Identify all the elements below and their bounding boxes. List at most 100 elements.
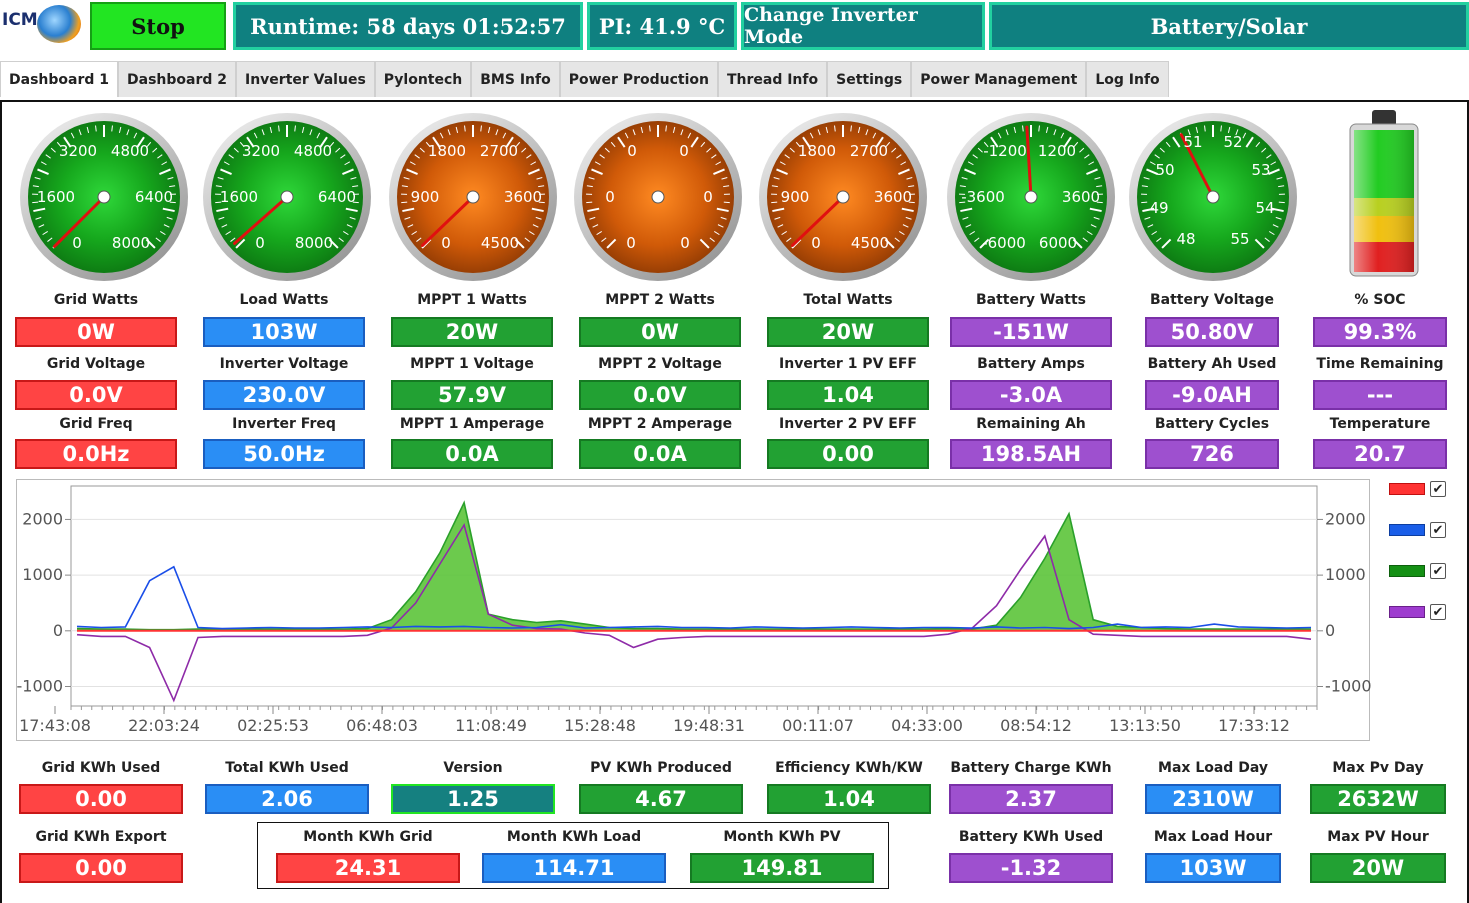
tab-settings[interactable]: Settings xyxy=(827,61,912,97)
gauge-tick xyxy=(301,126,305,133)
gauge-label: 50 xyxy=(1155,161,1175,179)
gauge-tick xyxy=(716,207,729,213)
gauge-tick xyxy=(817,129,821,136)
tab-bms-info[interactable]: BMS Info xyxy=(471,61,560,97)
gauge-label: 0 xyxy=(441,234,451,252)
metric-value: -9.0AH xyxy=(1145,380,1279,410)
gauge-tick xyxy=(784,154,790,159)
stop-button[interactable]: Stop xyxy=(90,2,226,50)
legend-checkbox-3[interactable]: ✔ xyxy=(1430,604,1446,620)
total-watts-gauge: 1800 2700 900 3600 0 4500 xyxy=(759,113,927,281)
tab-inverter-values[interactable]: Inverter Values xyxy=(236,61,375,97)
gauge-tick xyxy=(624,132,629,139)
chart-x-tick-label: 11:08:49 xyxy=(455,716,527,735)
gauge-tick xyxy=(1275,216,1282,220)
gauge-tick xyxy=(502,132,507,139)
gauge-tick xyxy=(969,231,975,236)
metric-value: 103W xyxy=(203,317,365,347)
gauge-tick xyxy=(78,129,82,136)
gauge-tick xyxy=(723,185,730,188)
gauge-label: 8000 xyxy=(294,234,334,252)
gauge-tick xyxy=(894,237,900,242)
metric-label: Grid Watts xyxy=(53,292,139,308)
gauge-tick xyxy=(220,168,232,175)
gauge-tick xyxy=(40,161,47,166)
gauge-tick xyxy=(32,185,39,188)
gauge-tick xyxy=(529,231,535,236)
summary-value: 20W xyxy=(1310,853,1446,883)
gauge-tick xyxy=(1220,125,1222,132)
summary-value: 1.25 xyxy=(391,784,555,814)
legend-checkbox-0[interactable]: ✔ xyxy=(1430,481,1446,497)
gauge-tick xyxy=(223,161,230,166)
gauge-tick xyxy=(1242,132,1247,139)
tab-power-management[interactable]: Power Management xyxy=(911,61,1087,97)
logo-text: ICM xyxy=(2,10,38,30)
chart-y-tick-label-right: 1000 xyxy=(1325,565,1366,584)
month-kwh-box xyxy=(257,822,889,889)
gauge-label: 4500 xyxy=(480,234,520,252)
gauge-tick xyxy=(404,216,411,220)
metric-label: Inverter Voltage xyxy=(219,356,349,372)
gauge-tick xyxy=(1264,237,1270,242)
summary-label: PV KWh Produced xyxy=(590,760,732,776)
metric-value: 0.00 xyxy=(767,439,929,469)
metric-label: % SOC xyxy=(1354,292,1406,308)
gauge-tick xyxy=(959,185,966,188)
gauge-tick xyxy=(335,147,341,153)
gauge-label: 0 xyxy=(255,234,265,252)
metric-label: Grid Freq xyxy=(59,416,133,432)
gauge-tick xyxy=(809,132,814,139)
gauge-hub xyxy=(97,190,111,204)
tab-power-production[interactable]: Power Production xyxy=(559,61,718,97)
gauge-tick xyxy=(779,161,786,166)
grid-export-label: Grid KWh Export xyxy=(35,829,167,845)
metric-value: 0.0V xyxy=(579,380,741,410)
legend-checkbox-1[interactable]: ✔ xyxy=(1430,522,1446,538)
grid-export-value: 0.00 xyxy=(19,853,183,883)
chart-y-tick-label: 0 xyxy=(53,621,63,640)
legend-checkbox-2[interactable]: ✔ xyxy=(1430,563,1446,579)
gauge-tick xyxy=(215,185,222,188)
chart-x-tick-label: 22:03:24 xyxy=(128,716,200,735)
gauge-tick xyxy=(352,185,359,188)
gauge-tick xyxy=(699,238,710,249)
gauge-tick xyxy=(532,224,539,228)
gauge-tick xyxy=(1254,238,1265,249)
gauge-tick xyxy=(967,161,974,166)
metric-label: MPPT 1 Voltage xyxy=(410,356,534,372)
gauge-hub xyxy=(651,190,665,204)
change-inverter-mode-button[interactable]: Change Inverter Mode xyxy=(741,2,985,50)
tab-pylontech[interactable]: Pylontech xyxy=(374,61,472,97)
gauge-tick xyxy=(409,161,416,166)
gauge-tick xyxy=(95,125,97,132)
gauge-tick xyxy=(495,129,499,136)
gauge-tick xyxy=(773,176,780,180)
gauge-tick xyxy=(1141,185,1148,188)
metric-label: Remaining Ah xyxy=(976,416,1086,432)
gauge-tick xyxy=(599,154,605,159)
gauge-tick xyxy=(521,147,527,153)
tab-dashboard-2[interactable]: Dashboard 2 xyxy=(118,61,236,97)
gauge-label: 52 xyxy=(1223,133,1243,151)
metric-value: 20.7 xyxy=(1313,439,1447,469)
gauge-tick xyxy=(1143,176,1150,180)
gauge-tick xyxy=(1045,126,1049,133)
gauge-tick xyxy=(1053,129,1057,136)
battery-watts-gauge: -1200 1200 -3600 3600 -6000 6000 xyxy=(947,113,1115,281)
gauge-tick xyxy=(1172,136,1181,148)
tab-dashboard-1[interactable]: Dashboard 1 xyxy=(0,61,118,97)
gauge-label: -3600 xyxy=(961,188,1005,206)
metric-value: --- xyxy=(1313,380,1447,410)
metric-label: Total Watts xyxy=(803,292,893,308)
tab-log-info[interactable]: Log Info xyxy=(1086,61,1169,97)
chart-y-tick-label: -1000 xyxy=(17,677,63,696)
gauge-tick xyxy=(1272,224,1279,228)
gauge-tick xyxy=(961,176,968,180)
gauge-tick xyxy=(447,129,451,136)
gauge-tick xyxy=(997,132,1002,139)
tab-thread-info[interactable]: Thread Info xyxy=(717,61,828,97)
gauge-tick xyxy=(294,125,296,132)
gauge-tick xyxy=(340,154,346,159)
gauge-tick xyxy=(1269,231,1275,236)
